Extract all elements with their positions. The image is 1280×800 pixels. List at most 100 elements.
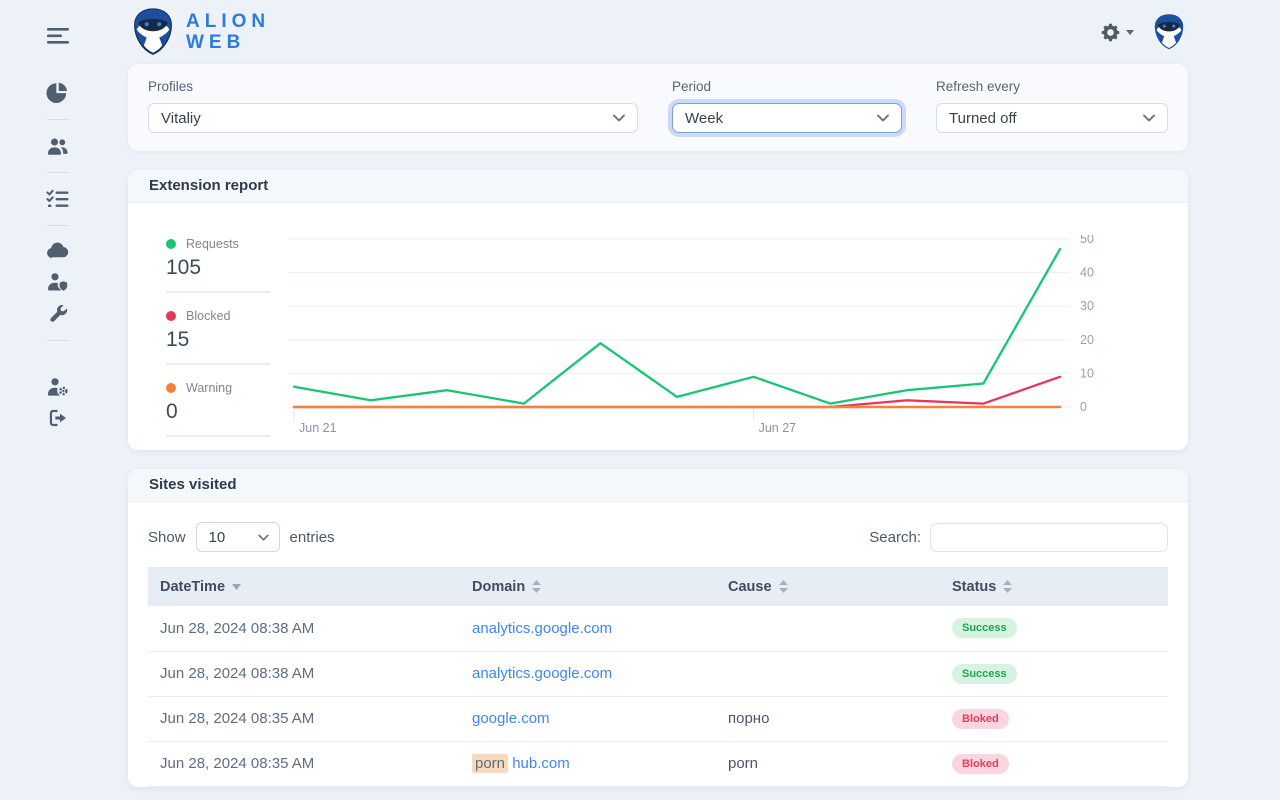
- menu-icon: [46, 27, 70, 45]
- stat-warning: Warning 0: [166, 381, 270, 437]
- refresh-select[interactable]: Turned off: [936, 103, 1168, 133]
- status-badge: Success: [952, 618, 1017, 638]
- sidebar-item-user-protection[interactable]: [46, 270, 69, 292]
- table-row: Jun 28, 2024 08:35 AM google.com порно B…: [148, 696, 1168, 741]
- app-logo[interactable]: ALION WEB: [128, 7, 270, 57]
- highlighted-term: porn: [472, 754, 508, 773]
- pie-chart-icon: [46, 81, 69, 104]
- sidebar-divider: [47, 340, 69, 341]
- period-label: Period: [672, 79, 902, 94]
- sidebar-nav: [46, 45, 70, 429]
- cell-cause: [716, 606, 940, 651]
- refresh-filter: Refresh every Turned off: [936, 79, 1168, 133]
- domain-link[interactable]: analytics.google.com: [472, 620, 612, 637]
- search-input[interactable]: [930, 523, 1168, 552]
- profiles-select[interactable]: Vitaliy: [148, 103, 638, 133]
- column-header-datetime[interactable]: DateTime: [148, 567, 460, 606]
- blocked-dot-icon: [166, 311, 176, 321]
- cell-domain: analytics.google.com: [460, 606, 716, 651]
- stat-requests: Requests 105: [166, 237, 270, 293]
- cell-domain: google.com: [460, 696, 716, 741]
- user-avatar[interactable]: [1150, 13, 1188, 51]
- warning-dot-icon: [166, 383, 176, 393]
- cell-status: Bloked: [940, 741, 1168, 786]
- user-gear-icon: [46, 375, 69, 397]
- robot-avatar-icon: [1150, 13, 1188, 51]
- profiles-filter: Profiles Vitaliy: [148, 79, 638, 133]
- sidebar-divider: [47, 119, 69, 120]
- chevron-down-icon: [1143, 114, 1155, 122]
- extension-report-card: Extension report Requests 105 Blocked 15: [128, 170, 1188, 450]
- table-controls: Show 10 entries Search:: [128, 502, 1188, 567]
- sidebar-item-logout[interactable]: [47, 407, 69, 429]
- sidebar-item-cloud[interactable]: [46, 241, 70, 259]
- chevron-down-icon: [258, 534, 269, 541]
- sort-both-icon: [532, 580, 541, 593]
- sidebar-item-tools[interactable]: [47, 303, 69, 325]
- chevron-down-icon: [613, 114, 625, 122]
- status-badge: Success: [952, 664, 1017, 684]
- menu-toggle-button[interactable]: [46, 27, 70, 45]
- domain-link[interactable]: analytics.google.com: [472, 665, 612, 682]
- robot-mascot-icon: [128, 7, 178, 57]
- page-size-select[interactable]: 10: [196, 522, 280, 552]
- sites-visited-card: Sites visited Show 10 entries Search: Da…: [128, 469, 1188, 787]
- sidebar-item-dashboard[interactable]: [46, 81, 69, 104]
- refresh-label: Refresh every: [936, 79, 1168, 94]
- warning-value: 0: [166, 400, 270, 424]
- period-select[interactable]: Week: [672, 103, 902, 133]
- cell-cause: [716, 651, 940, 696]
- search-label: Search:: [869, 529, 921, 546]
- table-header-row: DateTime Domain Cause: [148, 567, 1168, 606]
- settings-menu-button[interactable]: [1100, 22, 1134, 43]
- status-badge: Bloked: [952, 709, 1009, 729]
- extension-report-body: Requests 105 Blocked 15 Warning: [128, 203, 1188, 450]
- table-row: Jun 28, 2024 08:38 AM analytics.google.c…: [148, 651, 1168, 696]
- cell-domain: analytics.google.com: [460, 651, 716, 696]
- sort-both-icon: [779, 580, 788, 593]
- sidebar-item-profiles[interactable]: [46, 135, 69, 157]
- chevron-down-icon: [877, 114, 889, 122]
- report-stats: Requests 105 Blocked 15 Warning: [166, 203, 270, 450]
- logo-line1: ALION: [186, 11, 270, 32]
- user-shield-icon: [46, 270, 69, 292]
- refresh-selected-value: Turned off: [949, 110, 1017, 127]
- chevron-down-icon: [1126, 30, 1134, 35]
- sidebar-item-rules[interactable]: [46, 188, 69, 210]
- svg-text:40: 40: [1080, 266, 1094, 280]
- requests-value: 105: [166, 256, 270, 280]
- blocked-value: 15: [166, 328, 270, 352]
- table-row: Jun 28, 2024 08:35 AM porn hub.com porn …: [148, 741, 1168, 786]
- extension-report-title: Extension report: [128, 170, 1188, 203]
- sidebar-item-account-settings[interactable]: [46, 375, 69, 397]
- logo-text: ALION WEB: [186, 11, 270, 53]
- sort-desc-icon: [232, 584, 241, 590]
- cell-datetime: Jun 28, 2024 08:35 AM: [148, 696, 460, 741]
- requests-label: Requests: [186, 237, 239, 251]
- sort-both-icon: [1003, 580, 1012, 593]
- logo-line2: WEB: [186, 32, 270, 53]
- cell-status: Success: [940, 606, 1168, 651]
- show-label: Show: [148, 529, 186, 546]
- cell-status: Success: [940, 651, 1168, 696]
- domain-link[interactable]: google.com: [472, 710, 550, 727]
- warning-label: Warning: [186, 381, 232, 395]
- entries-label: entries: [290, 529, 335, 546]
- svg-text:20: 20: [1080, 333, 1094, 347]
- cell-datetime: Jun 28, 2024 08:35 AM: [148, 741, 460, 786]
- profiles-selected-value: Vitaliy: [161, 110, 201, 127]
- column-header-domain[interactable]: Domain: [460, 567, 716, 606]
- report-chart-area: 01020304050Jun 21Jun 27: [288, 235, 1158, 450]
- domain-link[interactable]: hub.com: [512, 755, 570, 772]
- period-filter: Period Week: [672, 79, 902, 133]
- page-size-value: 10: [209, 529, 226, 546]
- svg-text:Jun 21: Jun 21: [299, 421, 337, 435]
- wrench-icon: [47, 303, 69, 325]
- column-header-cause[interactable]: Cause: [716, 567, 940, 606]
- main-content: ALION WEB: [128, 0, 1188, 787]
- cell-cause: порно: [716, 696, 940, 741]
- cloud-icon: [46, 241, 70, 259]
- topbar: ALION WEB: [128, 0, 1188, 64]
- cell-datetime: Jun 28, 2024 08:38 AM: [148, 606, 460, 651]
- column-header-status[interactable]: Status: [940, 567, 1168, 606]
